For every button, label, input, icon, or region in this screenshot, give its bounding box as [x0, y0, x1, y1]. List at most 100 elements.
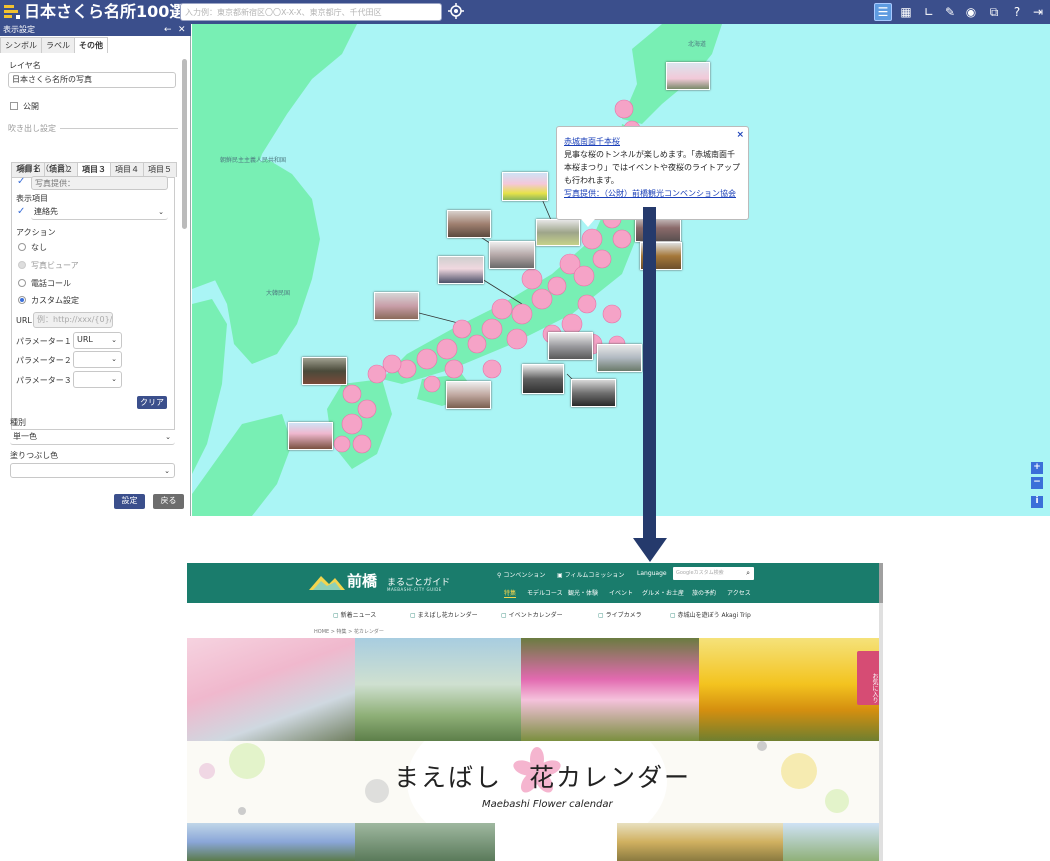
item-name-field[interactable]: 写真提供：: [31, 176, 168, 190]
popup-credit-link[interactable]: 写真提供：（公財）前橋観光コンベンション協会: [564, 189, 736, 198]
cosmos-photo: [521, 638, 699, 741]
language-link[interactable]: Language: [637, 570, 667, 577]
tab-item-4[interactable]: 項目４: [110, 162, 144, 177]
app-toolbar: 日本さくら名所100選 ☰ ▦ ∟ ✎ ◉ ⧉ ? ⇥: [0, 0, 1050, 24]
site-scrollbar[interactable]: [879, 563, 883, 861]
close-icon[interactable]: ✕: [178, 24, 186, 36]
sakura-photo-marker[interactable]: [288, 422, 333, 450]
sakura-photo-marker[interactable]: [302, 357, 347, 385]
subnav-news-label: 新着ニュース: [340, 612, 377, 619]
sakura-photo-marker[interactable]: [522, 364, 564, 394]
cherry-blossom-photo: [187, 638, 355, 741]
action-radio-phone[interactable]: [18, 279, 26, 287]
sakura-photo-marker[interactable]: [447, 210, 491, 238]
tab-label[interactable]: ラベル: [41, 37, 75, 53]
back-arrow-icon[interactable]: ←: [164, 24, 172, 36]
type-select[interactable]: 単一色 ⌄: [10, 430, 175, 445]
pen-icon[interactable]: ✎: [941, 3, 959, 21]
sakura-photo-marker[interactable]: [536, 219, 580, 246]
layer-name-field[interactable]: 日本さくら名所の写真: [8, 72, 176, 88]
chevron-down-icon: ⌄: [158, 208, 164, 216]
film-commission-label: フィルムコミッション: [564, 572, 625, 579]
popup-close-icon[interactable]: ×: [736, 129, 744, 142]
sakura-photo-marker[interactable]: [666, 62, 710, 90]
list-icon[interactable]: ☰: [874, 3, 892, 21]
nav-event[interactable]: イベント: [609, 588, 633, 597]
sakura-photo-marker[interactable]: [571, 379, 616, 407]
site-search-input[interactable]: Googleカスタム検索 ⌕: [673, 567, 754, 580]
display-settings-panel: 表示設定 ← ✕ シンボル ラベル その他 レイヤ名 日本さくら名所の写真 公開…: [0, 24, 191, 516]
display-item-select[interactable]: 連絡先 ⌄: [31, 205, 168, 220]
clear-button[interactable]: クリア: [137, 396, 167, 409]
site-search-placeholder: Googleカスタム検索: [676, 570, 724, 576]
info-button[interactable]: i: [1031, 496, 1043, 508]
landscape-photo: [783, 823, 879, 861]
zoom-in-button[interactable]: +: [1031, 462, 1043, 474]
sunflower-photo: [699, 638, 879, 741]
public-label: 公開: [23, 102, 39, 111]
display-item-check-icon[interactable]: ✓: [17, 207, 25, 217]
tab-symbol[interactable]: シンボル: [0, 37, 42, 53]
nav-booking[interactable]: 旅の予約: [692, 588, 716, 597]
nav-gourmet[interactable]: グルメ・お土産: [642, 588, 684, 597]
url-field[interactable]: 例：http://xxx/{0}/…: [33, 312, 113, 328]
item-name-check-icon[interactable]: ✓: [17, 177, 25, 187]
popup-description: 見事な桜のトンネルが楽しめます。「赤城南面千本桜まつり」ではイベントや夜桜のライ…: [564, 150, 740, 185]
nav-sightseeing[interactable]: 観光・体験: [568, 588, 598, 597]
tab-item-3[interactable]: 項目３: [77, 162, 111, 177]
display-item-label: 表示項目: [16, 194, 48, 203]
zoom-out-button[interactable]: −: [1031, 477, 1043, 489]
sakura-photo-marker[interactable]: [438, 256, 484, 284]
breadcrumb: HOME > 特集 > 花カレンダー: [314, 629, 384, 635]
subnav-news[interactable]: ▢ 新着ニュース: [333, 610, 376, 619]
compass-icon[interactable]: ◉: [962, 3, 980, 21]
action-radio-none[interactable]: [18, 243, 26, 251]
mountain-logo-icon: [309, 576, 345, 590]
sakura-photo-marker[interactable]: [597, 344, 642, 372]
favorites-button[interactable]: お気に入り: [857, 651, 879, 705]
site-scrollbar-thumb[interactable]: [879, 563, 883, 603]
nav-feature[interactable]: 特集: [504, 588, 517, 598]
current-location-icon[interactable]: [448, 3, 464, 19]
subnav-flower-calendar[interactable]: ▢ まえばし花カレンダー: [410, 610, 478, 619]
param-2-select[interactable]: ⌄: [73, 351, 122, 368]
tab-item-5[interactable]: 項目５: [143, 162, 177, 177]
subnav-live-camera[interactable]: ▢ ライブカメラ: [598, 610, 642, 619]
nav-access[interactable]: アクセス: [727, 588, 751, 597]
ok-button[interactable]: 設定: [114, 494, 145, 509]
action-label: アクション: [16, 228, 56, 237]
grid-icon[interactable]: ▦: [897, 3, 915, 21]
convention-link[interactable]: ⚲ コンベンション: [497, 570, 545, 579]
sakura-photo-marker[interactable]: [446, 381, 491, 409]
subnav-akagi-trip[interactable]: ▢ 赤城山を遊ぼう Akagi Trip: [670, 610, 751, 619]
param-3-select[interactable]: ⌄: [73, 371, 122, 388]
action-radio-custom[interactable]: [18, 296, 26, 304]
sakura-photo-marker[interactable]: [548, 332, 593, 360]
fill-color-select[interactable]: ⌄: [10, 463, 175, 478]
link-arrow: [643, 207, 656, 541]
map-view[interactable]: 北海道 朝鮮民主主義人民共和国 大韓民国 + − i: [192, 24, 1050, 516]
film-commission-link[interactable]: ▣ フィルムコミッション: [557, 570, 624, 579]
public-checkbox[interactable]: [10, 102, 18, 110]
help-icon[interactable]: ?: [1008, 3, 1026, 21]
search-icon[interactable]: ⌕: [746, 567, 750, 580]
back-button[interactable]: 戻る: [153, 494, 184, 509]
popup-title-link[interactable]: 赤城南面千本桜: [564, 137, 620, 146]
logout-icon[interactable]: ⇥: [1029, 3, 1047, 21]
item-name-label: 項目名（任意）: [17, 164, 73, 173]
balloon-settings-label: 吹き出し設定: [8, 124, 56, 133]
sakura-photo-marker[interactable]: [502, 172, 548, 201]
sakura-photo-marker[interactable]: [489, 241, 535, 269]
address-search-input[interactable]: [180, 3, 442, 21]
fill-color-label: 塗りつぶし色: [10, 451, 59, 460]
nav-model-course[interactable]: モデルコース: [527, 588, 563, 597]
measure-icon[interactable]: ∟: [920, 3, 938, 21]
subnav-event-calendar[interactable]: ▢ イベントカレンダー: [501, 610, 563, 619]
chevron-down-icon: ⌄: [111, 375, 117, 383]
param-1-select[interactable]: URL ⌄: [73, 332, 122, 349]
divider: [60, 128, 178, 129]
map-layers-icon[interactable]: ⧉: [985, 3, 1003, 21]
sakura-photo-marker[interactable]: [374, 292, 419, 320]
tab-other[interactable]: その他: [74, 37, 108, 53]
panel-scrollbar[interactable]: [182, 59, 187, 229]
